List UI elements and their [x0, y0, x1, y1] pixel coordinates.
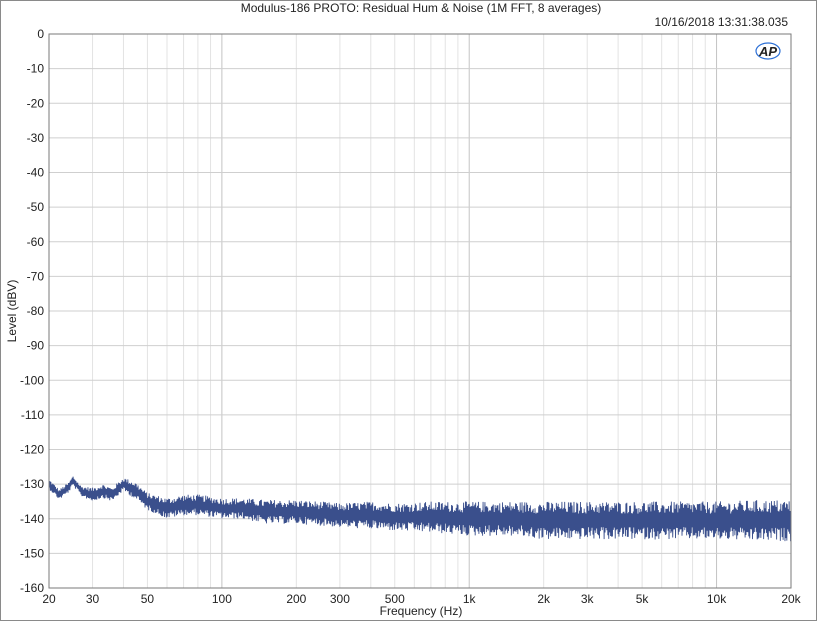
x-tick-label: 100 — [212, 592, 232, 606]
x-tick-label: 200 — [286, 592, 306, 606]
y-tick-labels: 0 -10 -20 -30 -40 -50 -60 -70 -80 -90 -100 -110 -120… — [20, 27, 44, 595]
y-tick-label: 0 — [37, 27, 44, 41]
x-tick-label: 5k — [636, 592, 650, 606]
y-tick-label: -120 — [20, 443, 44, 457]
y-tick-label: -50 — [27, 200, 45, 214]
x-tick-label: 20 — [42, 592, 56, 606]
logo-text: AP — [758, 44, 777, 59]
timestamp: 10/16/2018 13:31:38.035 — [655, 15, 789, 29]
y-tick-label: -20 — [27, 96, 45, 110]
x-tick-label: 2k — [537, 592, 551, 606]
x-tick-label: 20k — [781, 592, 801, 606]
x-tick-label: 3k — [581, 592, 595, 606]
chart-frame: Modulus-186 PROTO: Residual Hum & Noise … — [0, 0, 817, 621]
y-tick-label: -80 — [27, 304, 45, 318]
y-tick-label: -10 — [27, 62, 45, 76]
y-tick-label: -40 — [27, 166, 45, 180]
chart-title: Modulus-186 PROTO: Residual Hum & Noise … — [241, 1, 602, 15]
y-tick-label: -60 — [27, 235, 45, 249]
y-tick-label: -150 — [20, 546, 44, 560]
residual-noise-chart: Modulus-186 PROTO: Residual Hum & Noise … — [5, 1, 802, 618]
y-tick-label: -70 — [27, 269, 45, 283]
x-tick-label: 1k — [463, 592, 477, 606]
x-tick-label: 50 — [141, 592, 155, 606]
y-tick-label: -130 — [20, 477, 44, 491]
y-tick-label: -100 — [20, 373, 44, 387]
series-line-0 — [48, 476, 792, 542]
ap-logo-icon: AP — [755, 42, 781, 60]
x-tick-label: 300 — [330, 592, 350, 606]
series-layer — [48, 476, 792, 542]
y-tick-label: -90 — [27, 339, 45, 353]
x-tick-label: 10k — [707, 592, 727, 606]
x-axis-label: Frequency (Hz) — [380, 604, 463, 618]
x-tick-label: 30 — [86, 592, 100, 606]
y-axis-label: Level (dBV) — [5, 280, 19, 343]
y-tick-label: -140 — [20, 512, 44, 526]
y-tick-label: -110 — [21, 408, 44, 422]
y-tick-label: -160 — [20, 581, 44, 595]
y-tick-label: -30 — [27, 131, 45, 145]
